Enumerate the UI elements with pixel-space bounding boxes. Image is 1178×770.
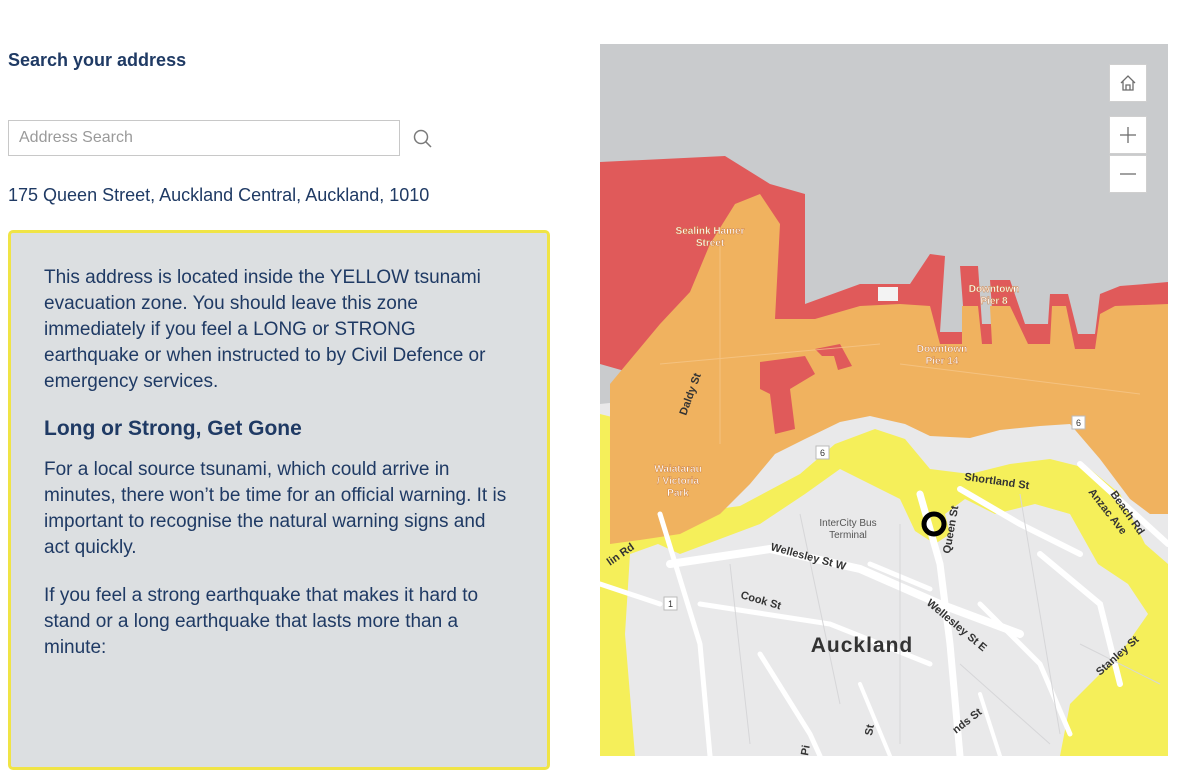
label-sealink-1: Sealink Hamer	[676, 226, 745, 237]
plus-icon	[1120, 127, 1136, 143]
label-pier14-2: Pier 14	[926, 356, 959, 367]
local-tsunami-text: For a local source tsunami, which could …	[44, 459, 507, 558]
info-heading: Long or Strong, Get Gone	[44, 417, 302, 440]
zoom-out-button[interactable]	[1109, 155, 1147, 193]
label-pi: Pi	[799, 744, 813, 756]
route-shield-1-label: 1	[668, 599, 673, 609]
home-button[interactable]	[1109, 64, 1147, 102]
label-pier8-1: Downtown	[969, 284, 1020, 295]
label-sealink-2: Street	[696, 238, 725, 249]
home-icon	[1120, 75, 1136, 91]
address-search-input[interactable]	[8, 120, 400, 156]
result-address: 175 Queen Street, Auckland Central, Auck…	[8, 185, 430, 205]
label-victoria-1: Waiatarau	[654, 464, 701, 475]
address-search-row	[8, 120, 448, 158]
search-button[interactable]	[408, 124, 438, 154]
label-intercity-2: Terminal	[829, 530, 867, 541]
map-canvas[interactable]: 6 6 1 Sealink Hamer Street Downtown Pier…	[600, 44, 1168, 756]
map-view[interactable]: 6 6 1 Sealink Hamer Street Downtown Pier…	[600, 44, 1168, 756]
evacuation-info-panel: This address is located inside the YELLO…	[8, 230, 550, 770]
route-shield-6a-label: 6	[820, 448, 825, 458]
search-icon	[413, 129, 432, 148]
search-title: Search your address	[8, 50, 187, 70]
label-auckland: Auckland	[811, 634, 914, 657]
label-victoria-2: / Victoria	[657, 476, 699, 487]
label-pier8-2: Pier 8	[980, 296, 1008, 307]
minus-icon	[1120, 173, 1136, 175]
label-pier14-1: Downtown	[917, 344, 968, 355]
label-victoria-3: Park	[667, 488, 689, 499]
pier-building	[878, 287, 898, 301]
route-shield-6b-label: 6	[1076, 418, 1081, 428]
earthquake-instruction-text: If you feel a strong earthquake that mak…	[44, 585, 479, 658]
zone-message: This address is located inside the YELLO…	[44, 267, 486, 392]
label-intercity-1: InterCity Bus	[819, 518, 876, 529]
zoom-in-button[interactable]	[1109, 116, 1147, 154]
